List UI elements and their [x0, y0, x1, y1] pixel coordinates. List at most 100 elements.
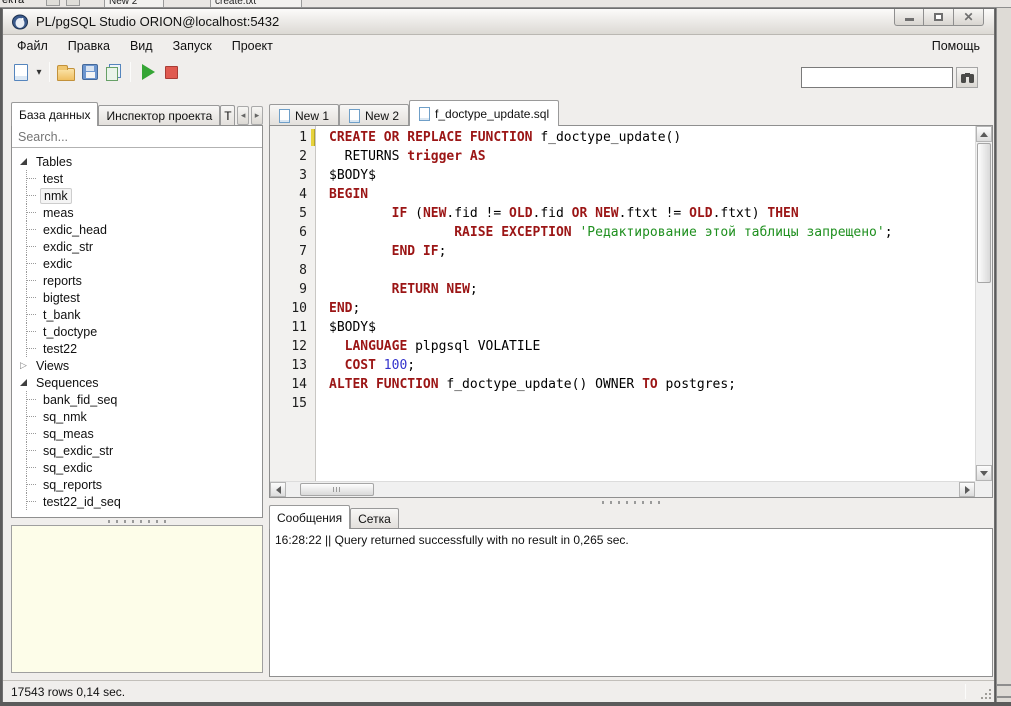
tree-item-sq_reports[interactable]: sq_reports [14, 476, 260, 493]
tree-item-Tables[interactable]: Tables [14, 153, 260, 170]
scroll-left-button[interactable] [270, 482, 286, 497]
scroll-up-button[interactable] [976, 126, 992, 142]
run-button[interactable] [135, 60, 159, 84]
code-line-14[interactable]: 14ALTER FUNCTION f_doctype_update() OWNE… [270, 375, 975, 394]
tree-item-meas[interactable]: meas [14, 204, 260, 221]
background-tab-stub [66, 0, 80, 6]
sql-editor[interactable]: 1CREATE OR REPLACE FUNCTION f_doctype_up… [269, 125, 993, 498]
tab-new-1[interactable]: New 1 [269, 104, 339, 126]
tree-item-t_doctype[interactable]: t_doctype [14, 323, 260, 340]
sidebar-splitter[interactable] [11, 518, 263, 525]
tab-label: f_doctype_update.sql [435, 107, 549, 121]
scroll-down-button[interactable] [976, 465, 992, 481]
save-all-button[interactable] [102, 60, 126, 84]
tab-database[interactable]: База данных [11, 102, 98, 126]
tree-item-exdic[interactable]: exdic [14, 255, 260, 272]
code-line-6[interactable]: 6 RAISE EXCEPTION 'Редактирование этой т… [270, 223, 975, 242]
horizontal-scroll-thumb[interactable] [300, 483, 374, 496]
scroll-right-button[interactable] [959, 482, 975, 497]
tree-item-exdic_str[interactable]: exdic_str [14, 238, 260, 255]
tree-item-bank_fid_seq[interactable]: bank_fid_seq [14, 391, 260, 408]
new-file-dropdown[interactable]: ▾ [33, 60, 45, 84]
code-line-13[interactable]: 13 COST 100; [270, 356, 975, 375]
tab-f-doctype-update[interactable]: f_doctype_update.sql [409, 100, 559, 126]
background-window-strip: екта New 2 create.txt [0, 0, 1011, 8]
tab-grid[interactable]: Сетка [350, 508, 399, 529]
line-number: 4 [270, 185, 316, 204]
restore-button[interactable] [924, 9, 954, 26]
menu-run[interactable]: Запуск [163, 36, 222, 56]
menu-file[interactable]: Файл [7, 36, 58, 56]
tree-item-t_bank[interactable]: t_bank [14, 306, 260, 323]
code-line-2[interactable]: 2 RETURNS trigger AS [270, 147, 975, 166]
collapse-icon[interactable] [20, 379, 33, 386]
tree-item-test[interactable]: test [14, 170, 260, 187]
tree-item-label: test22_id_seq [40, 495, 124, 509]
tree-item-Sequences[interactable]: Sequences [14, 374, 260, 391]
search-input[interactable] [801, 67, 953, 88]
tree-item-sq_nmk[interactable]: sq_nmk [14, 408, 260, 425]
code-line-3[interactable]: 3$BODY$ [270, 166, 975, 185]
tab-project-inspector[interactable]: Инспектор проекта [98, 105, 220, 126]
tab-messages[interactable]: Сообщения [269, 505, 350, 529]
menu-edit[interactable]: Правка [58, 36, 120, 56]
save-button[interactable] [78, 60, 102, 84]
menu-project[interactable]: Проект [222, 36, 283, 56]
tree-item-Views[interactable]: ▷Views [14, 357, 260, 374]
tree-item-label: test [40, 172, 66, 186]
resize-grip[interactable] [979, 687, 992, 700]
tree-item-sq_exdic[interactable]: sq_exdic [14, 459, 260, 476]
tree-item-test22_id_seq[interactable]: test22_id_seq [14, 493, 260, 510]
tab-scroll-right-button[interactable]: ▸ [251, 106, 263, 125]
notes-panel[interactable] [11, 525, 263, 673]
sidebar-tab-strip: База данных Инспектор проекта Т ◂ ▸ [11, 101, 263, 126]
copy-pages-icon [105, 64, 123, 81]
tree-item-exdic_head[interactable]: exdic_head [14, 221, 260, 238]
code-line-11[interactable]: 11$BODY$ [270, 318, 975, 337]
tree-item-nmk[interactable]: nmk [14, 187, 260, 204]
tree-item-label: sq_reports [40, 478, 105, 492]
tab-truncated[interactable]: Т [220, 105, 235, 126]
expand-icon[interactable]: ▷ [20, 360, 33, 371]
collapse-icon[interactable] [20, 158, 33, 165]
editor-horizontal-scrollbar[interactable] [270, 481, 975, 497]
close-button[interactable]: ✕ [954, 9, 984, 26]
code-text: $BODY$ [316, 166, 376, 185]
tab-new-2[interactable]: New 2 [339, 104, 409, 126]
tree-search-input[interactable] [12, 130, 262, 144]
window-title: PL/pgSQL Studio ORION@localhost:5432 [36, 14, 279, 29]
background-tab: New 2 [104, 0, 164, 8]
menu-view[interactable]: Вид [120, 36, 163, 56]
code-text: CREATE OR REPLACE FUNCTION f_doctype_upd… [316, 128, 681, 147]
minimize-button[interactable] [894, 9, 924, 26]
code-line-10[interactable]: 10END; [270, 299, 975, 318]
code-line-5[interactable]: 5 IF (NEW.fid != OLD.fid OR NEW.ftxt != … [270, 204, 975, 223]
tab-scroll-left-button[interactable]: ◂ [237, 106, 249, 125]
background-tab-fragment: екта [2, 0, 24, 6]
editor-vertical-scrollbar[interactable] [975, 126, 992, 481]
tree-item-test22[interactable]: test22 [14, 340, 260, 357]
code-line-15[interactable]: 15 [270, 394, 975, 413]
code-text: END IF; [316, 242, 446, 261]
new-file-button[interactable] [9, 60, 33, 84]
vertical-scroll-thumb[interactable] [977, 143, 991, 283]
stop-button[interactable] [159, 60, 183, 84]
tree-item-reports[interactable]: reports [14, 272, 260, 289]
stop-icon [165, 66, 178, 79]
code-line-8[interactable]: 8 [270, 261, 975, 280]
arrow-left-icon [276, 486, 281, 494]
tree-item-label: exdic_str [40, 240, 96, 254]
code-line-1[interactable]: 1CREATE OR REPLACE FUNCTION f_doctype_up… [270, 128, 975, 147]
code-line-12[interactable]: 12 LANGUAGE plpgsql VOLATILE [270, 337, 975, 356]
tree-item-bigtest[interactable]: bigtest [14, 289, 260, 306]
code-line-4[interactable]: 4BEGIN [270, 185, 975, 204]
menu-help[interactable]: Помощь [922, 36, 990, 56]
code-line-9[interactable]: 9 RETURN NEW; [270, 280, 975, 299]
titlebar[interactable]: PL/pgSQL Studio ORION@localhost:5432 ✕ [3, 9, 994, 35]
messages-splitter[interactable] [269, 498, 993, 506]
tree-item-sq_exdic_str[interactable]: sq_exdic_str [14, 442, 260, 459]
tree-item-sq_meas[interactable]: sq_meas [14, 425, 260, 442]
find-button[interactable] [956, 67, 978, 88]
code-line-7[interactable]: 7 END IF; [270, 242, 975, 261]
open-button[interactable] [54, 60, 78, 84]
